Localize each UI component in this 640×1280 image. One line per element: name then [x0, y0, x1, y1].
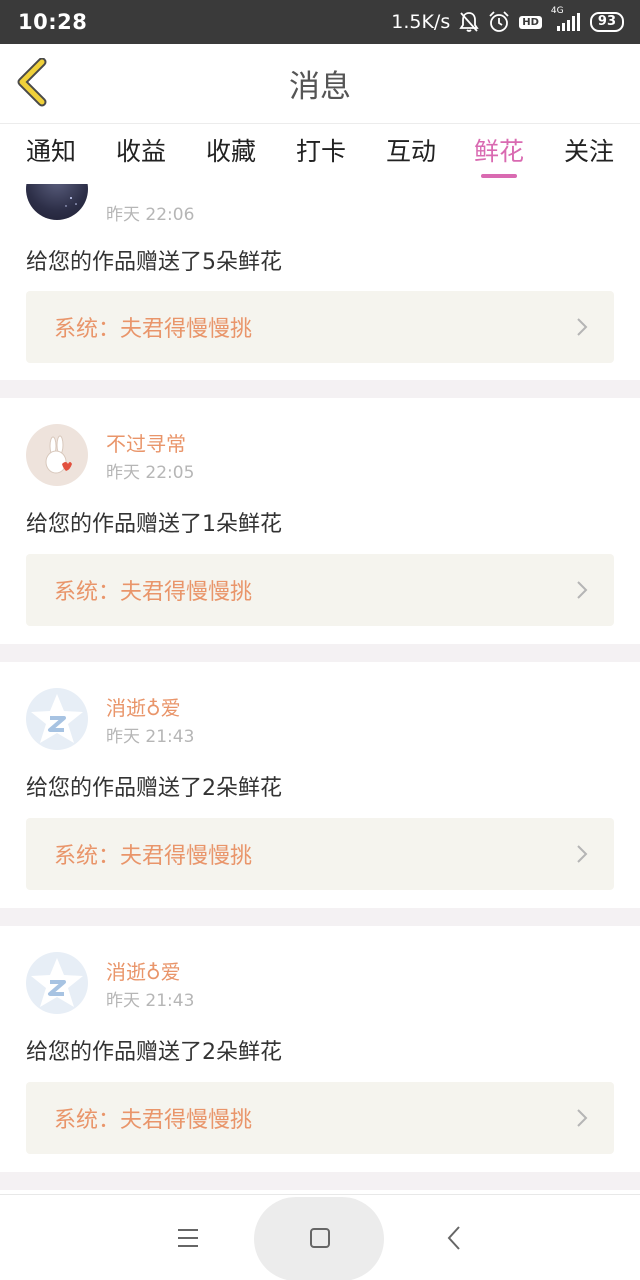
system-work-link[interactable]: 系统：夫君得慢慢挑 [26, 818, 614, 890]
tab-bar: 通知 收益 收藏 打卡 互动 鲜花 关注 [0, 124, 640, 184]
back-triangle-icon [447, 1226, 460, 1250]
tab-interaction[interactable]: 互动 [386, 132, 436, 168]
hd-icon: HD [519, 15, 542, 29]
chevron-left-icon [17, 57, 47, 107]
tab-label: 鲜花 [474, 137, 525, 166]
alarm-icon [488, 11, 510, 33]
menu-icon [178, 1229, 198, 1247]
chevron-right-icon [577, 318, 588, 336]
chevron-right-icon [577, 581, 588, 599]
message-list[interactable]: 昨天 22:06 给您的作品赠送了5朵鲜花 系统：夫君得慢慢挑 不过寻常 昨天 … [0, 184, 640, 1194]
avatar[interactable] [26, 952, 88, 1014]
tab-label: 打卡 [296, 137, 347, 166]
network-type: 4G [550, 6, 564, 16]
system-work-label: 系统：夫君得慢慢挑 [54, 1108, 253, 1133]
qzone-star-icon [31, 694, 83, 743]
list-item: 消逝♁爱 昨天 21:43 给您的作品赠送了2朵鲜花 系统：夫君得慢慢挑 [0, 662, 640, 908]
message-text: 给您的作品赠送了2朵鲜花 [26, 776, 282, 801]
sender-name[interactable]: 不过寻常 [106, 428, 186, 457]
system-work-label: 系统：夫君得慢慢挑 [54, 317, 253, 342]
message-text: 给您的作品赠送了1朵鲜花 [26, 512, 282, 537]
chevron-right-icon [577, 845, 588, 863]
network-speed: 1.5K/s [391, 11, 451, 33]
system-work-label: 系统：夫君得慢慢挑 [54, 844, 253, 869]
message-time: 昨天 22:05 [106, 463, 195, 483]
message-text: 给您的作品赠送了5朵鲜花 [26, 250, 282, 275]
list-item: 消逝♁爱 昨天 21:43 给您的作品赠送了2朵鲜花 系统：夫君得慢慢挑 [0, 926, 640, 1172]
bunny-icon [45, 435, 72, 474]
tab-following[interactable]: 关注 [564, 132, 614, 168]
tab-favorites[interactable]: 收藏 [206, 132, 256, 168]
active-tab-indicator [481, 174, 517, 178]
system-work-link[interactable]: 系统：夫君得慢慢挑 [26, 1082, 614, 1154]
tab-checkin[interactable]: 打卡 [296, 132, 346, 168]
menu-button[interactable] [150, 1195, 226, 1280]
page-header: 消息 [0, 44, 640, 124]
back-button[interactable] [14, 57, 54, 108]
home-square-icon [310, 1228, 330, 1248]
tab-flowers[interactable]: 鲜花 [474, 132, 525, 178]
system-nav-bar [0, 1194, 640, 1280]
battery-indicator: 93 [589, 12, 624, 32]
avatar[interactable] [26, 184, 88, 220]
qzone-star-icon [31, 958, 83, 1007]
tab-label: 互动 [386, 137, 437, 166]
avatar[interactable] [26, 424, 88, 486]
system-work-label: 系统：夫君得慢慢挑 [54, 580, 253, 605]
tab-label: 关注 [564, 137, 615, 166]
message-time: 昨天 22:06 [106, 205, 195, 225]
system-work-link[interactable]: 系统：夫君得慢慢挑 [26, 554, 614, 626]
tab-notifications[interactable]: 通知 [26, 132, 76, 168]
message-time: 昨天 21:43 [106, 991, 195, 1011]
message-text: 给您的作品赠送了2朵鲜花 [26, 1040, 282, 1065]
sender-name[interactable]: 消逝♁爱 [106, 956, 181, 985]
home-button[interactable] [282, 1195, 358, 1280]
system-work-link[interactable]: 系统：夫君得慢慢挑 [26, 291, 614, 363]
tab-label: 通知 [26, 137, 77, 166]
status-bar: 10:28 1.5K/s HD 4G 93 [0, 0, 640, 44]
signal-icon: 4G [551, 6, 581, 32]
status-icons: 1.5K/s HD 4G 93 [391, 6, 624, 33]
page-title: 消息 [289, 69, 351, 105]
avatar[interactable] [26, 688, 88, 750]
tab-label: 收益 [116, 137, 167, 166]
tab-label: 收藏 [206, 137, 257, 166]
bell-off-icon [459, 11, 479, 33]
status-time: 10:28 [18, 10, 88, 34]
sender-name[interactable]: 消逝♁爱 [106, 692, 181, 721]
nav-back-button[interactable] [416, 1195, 492, 1280]
chevron-right-icon [577, 1109, 588, 1127]
message-time: 昨天 21:43 [106, 727, 195, 747]
tab-earnings[interactable]: 收益 [116, 132, 166, 168]
list-item: 不过寻常 昨天 22:05 给您的作品赠送了1朵鲜花 系统：夫君得慢慢挑 [0, 398, 640, 644]
list-item: 昨天 22:06 给您的作品赠送了5朵鲜花 系统：夫君得慢慢挑 [0, 184, 640, 380]
